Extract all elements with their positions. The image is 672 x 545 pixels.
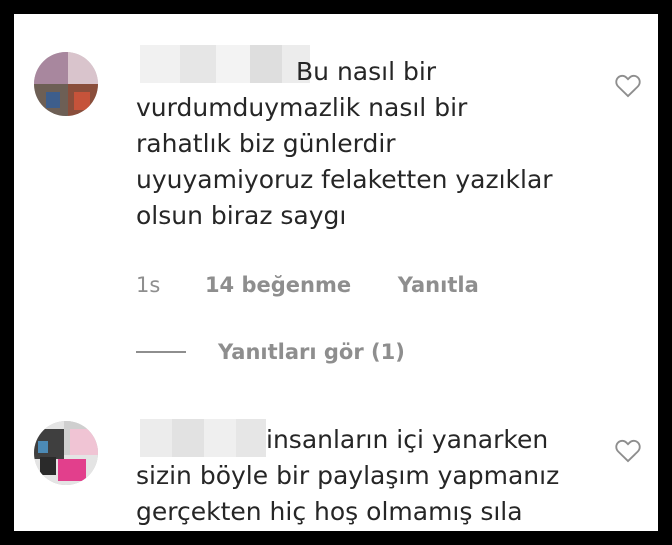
reply-button[interactable]: Yanıtla [398,273,479,297]
comment-text: sizin böyle bir paylaşım yapmanız gerçek… [136,461,560,526]
username-redacted[interactable] [140,419,266,457]
comments-panel: Bu nasıl bir vurdumduymazlik nasıl bir r… [14,14,658,531]
avatar[interactable] [34,52,98,116]
heart-outline-icon[interactable] [614,72,642,98]
likes-count[interactable]: 14 beğenme [205,273,351,297]
view-replies-button[interactable]: Yanıtları gör (1) [136,340,405,364]
username-redacted[interactable] [140,45,310,83]
comment-time: 1s [136,273,161,297]
comment-text: vurdumduymazlik nasıl bir rahatlık biz g… [136,93,553,230]
comment-text-start: insanların içi yanarken [266,425,549,454]
heart-outline-icon[interactable] [614,437,642,463]
avatar[interactable] [34,421,98,485]
comment-text-start: Bu nasıl bir [296,57,437,86]
comment-meta: 1s 14 beğenme Yanıtla [136,273,479,297]
replies-divider [136,351,186,353]
view-replies-label: Yanıtları gör (1) [218,340,405,364]
